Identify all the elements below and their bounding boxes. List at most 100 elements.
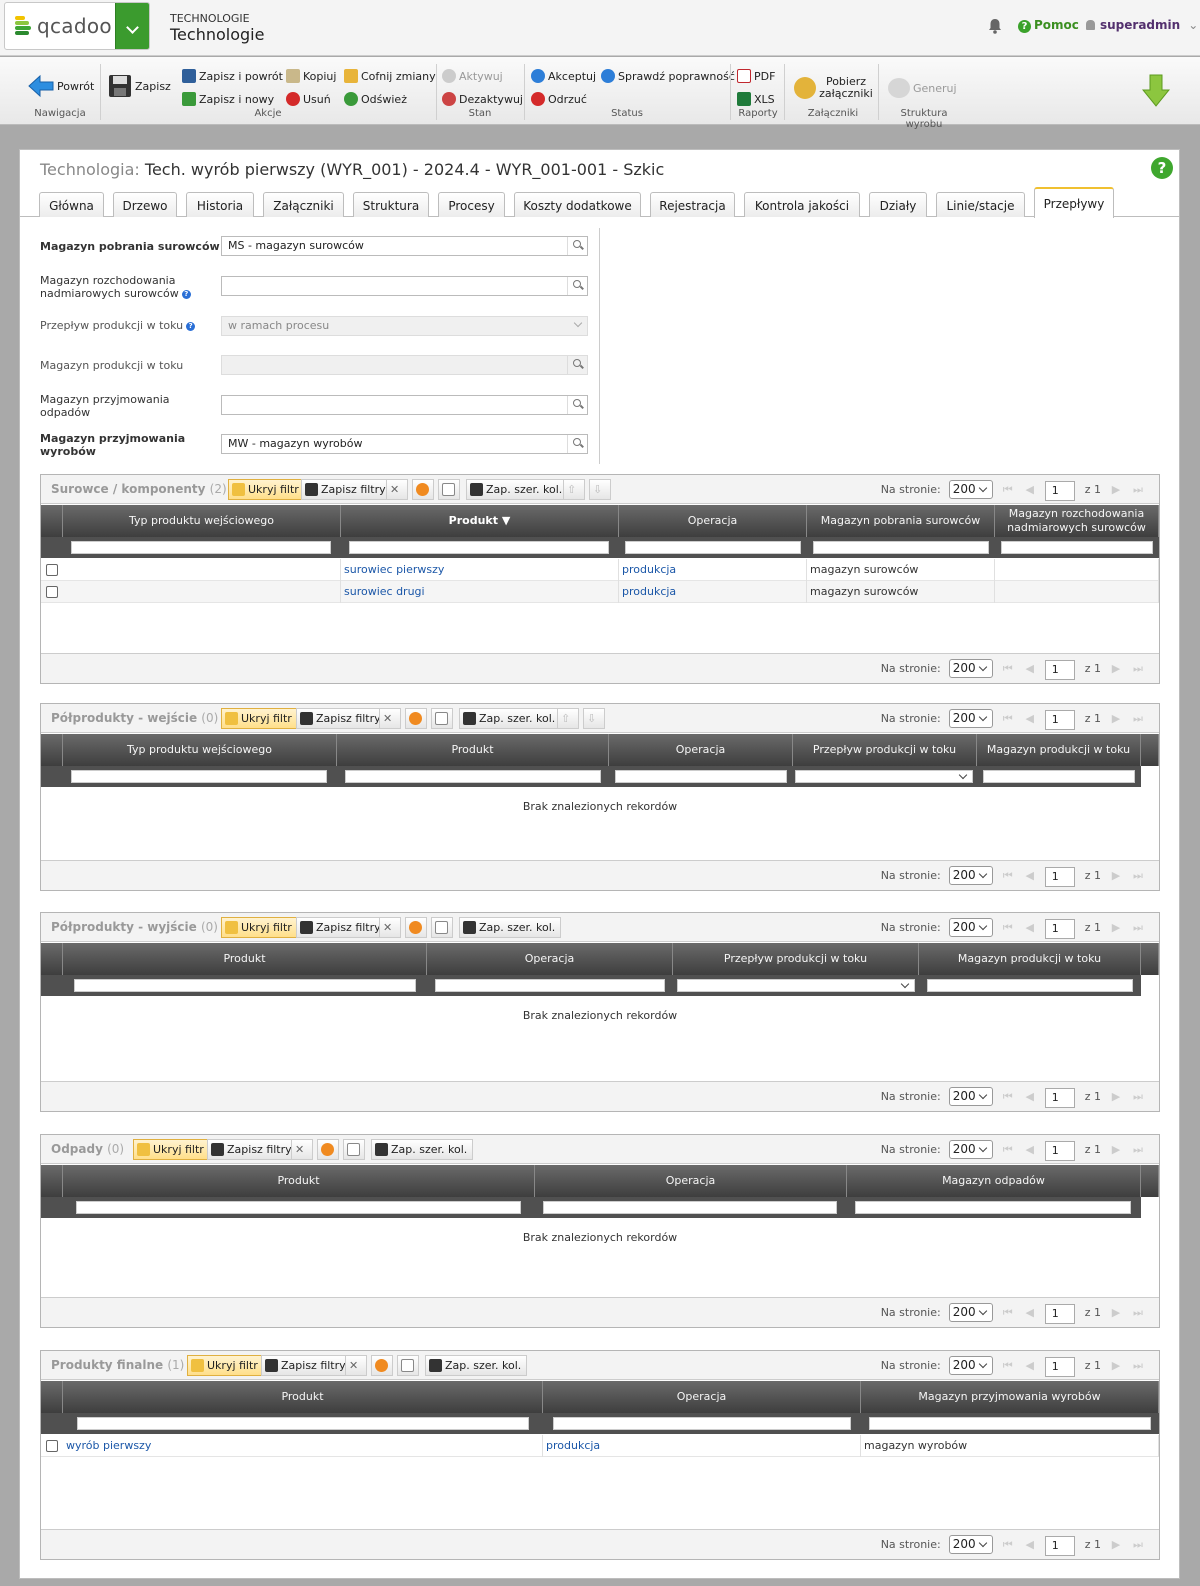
filter-input[interactable]	[1001, 541, 1153, 554]
clear-filter-button[interactable]: ✕	[386, 479, 408, 500]
per-page-select[interactable]: 200	[948, 866, 993, 885]
column-header[interactable]: Magazyn produkcji w toku	[977, 734, 1141, 766]
per-page-select[interactable]: 200	[948, 659, 993, 678]
move-up-button[interactable]: ⇧	[557, 708, 579, 729]
undo-button[interactable]: Cofnij zmiany	[344, 69, 436, 83]
app-logo[interactable]: qcadoo	[4, 2, 150, 50]
bell-icon[interactable]	[988, 18, 1002, 34]
product-link[interactable]: surowiec drugi	[341, 581, 619, 603]
last-page-icon[interactable]: ⏭	[1131, 712, 1145, 725]
row-checkbox[interactable]	[46, 1440, 58, 1452]
first-page-icon[interactable]: ⏮	[1001, 483, 1015, 496]
column-header[interactable]: Magazyn produkcji w toku	[919, 943, 1141, 975]
page-input[interactable]: 1	[1044, 709, 1075, 730]
filter-input[interactable]	[71, 541, 331, 554]
filter-input[interactable]	[625, 541, 801, 554]
next-page-icon[interactable]: ▶	[1109, 1090, 1123, 1103]
filter-select[interactable]	[677, 979, 915, 992]
per-page-select[interactable]: 200	[948, 1303, 993, 1322]
per-page-select[interactable]: 200	[948, 1140, 993, 1159]
column-header[interactable]: Magazyn odpadów	[847, 1165, 1141, 1197]
column-header[interactable]: Operacja	[619, 505, 807, 537]
tab-linie-stacje[interactable]: Linie/stacje	[936, 192, 1025, 217]
last-page-icon[interactable]: ⏭	[1131, 1306, 1145, 1319]
columns-button[interactable]	[431, 917, 453, 938]
search-icon[interactable]	[567, 435, 587, 453]
last-page-icon[interactable]: ⏭	[1131, 1538, 1145, 1551]
product-link[interactable]: wyrób pierwszy	[63, 1435, 543, 1457]
user-menu[interactable]: superadmin ⌄	[1086, 18, 1198, 32]
raw-warehouse-input[interactable]: MS - magazyn surowców	[221, 236, 588, 256]
save-button[interactable]: Zapisz	[108, 74, 171, 98]
clear-filter-button[interactable]: ✕	[379, 917, 401, 938]
prev-page-icon[interactable]: ◀	[1023, 483, 1037, 496]
accept-button[interactable]: Akceptuj	[531, 69, 596, 83]
save-filters-button[interactable]: Zapisz filtry	[207, 1139, 298, 1160]
page-input[interactable]: 1	[1044, 1303, 1075, 1324]
save-filters-button[interactable]: Zapisz filtry	[296, 708, 387, 729]
hide-filter-button[interactable]: Ukryj filtr	[228, 479, 305, 500]
download-attachments-button[interactable]: Pobierz załączniki	[794, 76, 873, 100]
save-new-button[interactable]: Zapisz i nowy	[182, 92, 274, 106]
first-page-icon[interactable]: ⏮	[1001, 869, 1015, 882]
deactivate-button[interactable]: Dezaktywuj	[442, 92, 523, 106]
help-icon[interactable]: ?	[1151, 157, 1173, 179]
next-page-icon[interactable]: ▶	[1109, 1359, 1123, 1372]
move-up-button[interactable]: ⇧	[563, 479, 585, 500]
product-link[interactable]: surowiec pierwszy	[341, 559, 619, 581]
delete-button[interactable]: Usuń	[286, 92, 331, 106]
wip-warehouse-input[interactable]	[221, 355, 588, 375]
filter-input[interactable]	[345, 770, 601, 783]
save-back-button[interactable]: Zapisz i powrót	[182, 69, 283, 83]
hide-filter-button[interactable]: Ukryj filtr	[187, 1355, 264, 1376]
tab-zalaczniki[interactable]: Załączniki	[263, 192, 344, 217]
tab-przeplywy[interactable]: Przepływy	[1034, 187, 1114, 218]
prev-page-icon[interactable]: ◀	[1023, 1090, 1037, 1103]
next-page-icon[interactable]: ▶	[1109, 483, 1123, 496]
column-header[interactable]: Operacja	[535, 1165, 847, 1197]
xls-button[interactable]: XLS	[737, 92, 775, 106]
last-page-icon[interactable]: ⏭	[1131, 921, 1145, 934]
prev-page-icon[interactable]: ◀	[1023, 1538, 1037, 1551]
filter-input[interactable]	[71, 770, 327, 783]
search-icon[interactable]	[567, 396, 587, 414]
clear-filter-button[interactable]: ✕	[379, 708, 401, 729]
prev-page-icon[interactable]: ◀	[1023, 662, 1037, 675]
save-widths-button[interactable]: Zap. szer. kol.	[371, 1139, 474, 1160]
cancel-button[interactable]	[405, 917, 427, 938]
last-page-icon[interactable]: ⏭	[1131, 1090, 1145, 1103]
first-page-icon[interactable]: ⏮	[1001, 921, 1015, 934]
last-page-icon[interactable]: ⏭	[1131, 483, 1145, 496]
cancel-button[interactable]	[317, 1139, 339, 1160]
filter-input[interactable]	[77, 1417, 529, 1430]
column-header[interactable]: Produkt	[337, 734, 609, 766]
menu-dropdown-button[interactable]	[115, 3, 149, 49]
tab-kontrola-jakosci[interactable]: Kontrola jakości	[744, 192, 860, 217]
page-input[interactable]: 1	[1044, 480, 1075, 501]
filter-input[interactable]	[813, 541, 989, 554]
hide-filter-button[interactable]: Ukryj filtr	[133, 1139, 210, 1160]
next-page-icon[interactable]: ▶	[1109, 1538, 1123, 1551]
reject-button[interactable]: Odrzuć	[531, 92, 587, 106]
save-widths-button[interactable]: Zap. szer. kol.	[425, 1355, 528, 1376]
save-filters-button[interactable]: Zapisz filtry	[301, 479, 392, 500]
per-page-select[interactable]: 200	[948, 480, 993, 499]
prev-page-icon[interactable]: ◀	[1023, 1359, 1037, 1372]
copy-button[interactable]: Kopiuj	[286, 69, 336, 83]
column-header[interactable]: Magazyn pobrania surowców	[807, 505, 995, 537]
waste-warehouse-input[interactable]	[221, 395, 588, 415]
filter-select[interactable]	[795, 770, 973, 783]
table-row[interactable]: surowiec drugi produkcja magazyn surowcó…	[41, 581, 1159, 603]
filter-input[interactable]	[543, 1201, 837, 1214]
save-filters-button[interactable]: Zapisz filtry	[261, 1355, 352, 1376]
save-widths-button[interactable]: Zap. szer. kol.	[459, 917, 562, 938]
column-header[interactable]: Przepływ produkcji w toku	[673, 943, 919, 975]
first-page-icon[interactable]: ⏮	[1001, 662, 1015, 675]
prev-page-icon[interactable]: ◀	[1023, 712, 1037, 725]
tab-glowna[interactable]: Główna	[39, 192, 104, 217]
page-input[interactable]: 1	[1044, 1535, 1075, 1556]
prev-page-icon[interactable]: ◀	[1023, 1306, 1037, 1319]
check-button[interactable]: Sprawdź poprawność	[601, 69, 735, 83]
row-checkbox[interactable]	[46, 564, 58, 576]
last-page-icon[interactable]: ⏭	[1131, 1359, 1145, 1372]
